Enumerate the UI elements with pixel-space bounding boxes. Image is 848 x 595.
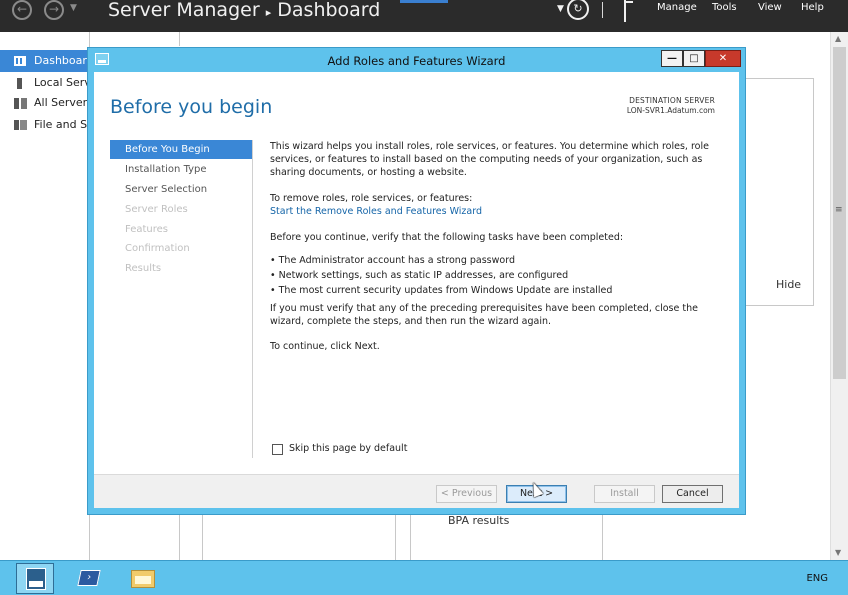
wizard-body: Before you begin DESTINATION SERVER LON-… [94, 72, 739, 474]
language-indicator[interactable]: ENG [806, 573, 828, 584]
cancel-button[interactable]: Cancel [662, 485, 723, 503]
background-divider [202, 514, 203, 560]
skip-page-label[interactable]: Skip this page by default [289, 443, 407, 454]
scroll-up-icon[interactable]: ▲ [835, 34, 841, 43]
welcome-tile [744, 78, 814, 306]
server-manager-header: ← → ▼ Server Manager ▸ Dashboard ▼ ↻ Man… [0, 0, 848, 32]
vertical-scrollbar[interactable]: ▲ ≡ ▼ [830, 32, 848, 560]
intro-text: This wizard helps you install roles, rol… [270, 141, 709, 178]
remove-text: To remove roles, role services, or featu… [270, 193, 473, 204]
taskbar: › ENG [0, 560, 848, 595]
powershell-icon: › [77, 570, 101, 586]
step-features: Features [125, 224, 168, 235]
steps-divider [252, 140, 253, 458]
wizard-title: Add Roles and Features Wizard [327, 54, 506, 68]
prereq-item: • The most current security updates from… [270, 285, 613, 296]
background-divider [179, 514, 180, 560]
menu-manage[interactable]: Manage [657, 2, 697, 13]
nav-item-file-storage[interactable]: File and Storage Services [0, 114, 90, 136]
server-manager-icon [26, 568, 46, 590]
history-dropdown-icon[interactable]: ▼ [70, 3, 77, 13]
minimize-button[interactable]: — [661, 50, 683, 67]
menu-view[interactable]: View [758, 2, 782, 13]
folder-icon [131, 570, 155, 588]
storage-icon [14, 120, 27, 130]
minimize-icon: — [667, 53, 677, 64]
background-divider [602, 514, 603, 560]
notification-strip [400, 0, 448, 3]
nav-item-label: File and Storage Services [34, 118, 90, 131]
menu-help[interactable]: Help [801, 2, 824, 13]
menu-tools[interactable]: Tools [712, 2, 737, 13]
close-button[interactable]: ✕ [705, 50, 741, 67]
destination-server-value: LON-SVR1.Adatum.com [626, 106, 715, 115]
verify-text: Before you continue, verify that the fol… [270, 232, 624, 243]
notifications-flag-icon[interactable] [622, 0, 634, 22]
forward-arrow-icon[interactable]: → [44, 0, 64, 20]
back-arrow-icon[interactable]: ← [12, 0, 32, 20]
step-server-selection[interactable]: Server Selection [110, 180, 252, 199]
destination-server-label: DESTINATION SERVER [629, 96, 715, 105]
header-divider [602, 2, 603, 18]
nav-item-label: Dashboard [34, 54, 90, 67]
taskbar-server-manager[interactable] [16, 563, 54, 594]
prereq-item: • The Administrator account has a strong… [270, 255, 515, 266]
taskbar-powershell[interactable]: › [70, 563, 108, 594]
refresh-dropdown-icon[interactable]: ▼ [557, 4, 564, 14]
breadcrumb-separator: ▸ [265, 6, 272, 19]
dashboard-icon [14, 56, 26, 66]
left-navigation-pane: Dashboard Local Server All Servers File … [0, 32, 90, 560]
server-icon [17, 78, 22, 89]
maximize-button[interactable]: □ [683, 50, 705, 67]
nav-item-dashboard[interactable]: Dashboard [0, 50, 90, 72]
bpa-results-label[interactable]: BPA results [448, 514, 509, 527]
maximize-icon: □ [689, 53, 699, 64]
wizard-titlebar[interactable]: Add Roles and Features Wizard — □ ✕ [88, 48, 745, 72]
step-confirmation: Confirmation [125, 243, 190, 254]
add-roles-wizard-window: Add Roles and Features Wizard — □ ✕ Befo… [87, 47, 746, 515]
step-results: Results [125, 263, 162, 274]
skip-page-checkbox[interactable] [272, 444, 283, 455]
breadcrumb: Server Manager ▸ Dashboard [108, 0, 380, 23]
remove-roles-link[interactable]: Start the Remove Roles and Features Wiza… [270, 205, 482, 218]
prereq-item: • Network settings, such as static IP ad… [270, 270, 569, 281]
wizard-footer: < Previous Next > Install Cancel [94, 474, 739, 508]
step-server-roles: Server Roles [125, 204, 188, 215]
hide-welcome-link[interactable]: Hide [776, 278, 801, 291]
breadcrumb-current: Dashboard [277, 0, 381, 21]
nav-item-label: All Servers [34, 96, 90, 109]
nav-item-all-servers[interactable]: All Servers [0, 92, 90, 114]
step-installation-type[interactable]: Installation Type [110, 160, 252, 179]
nav-item-label: Local Server [34, 76, 90, 89]
servers-icon [14, 98, 27, 109]
nav-item-local-server[interactable]: Local Server [0, 72, 90, 94]
background-divider [395, 514, 396, 560]
step-before-you-begin[interactable]: Before You Begin [110, 140, 252, 159]
continue-text: To continue, click Next. [270, 341, 380, 352]
previous-button[interactable]: < Previous [436, 485, 497, 503]
taskbar-file-explorer[interactable] [124, 563, 162, 594]
install-button[interactable]: Install [594, 485, 655, 503]
close-icon: ✕ [718, 53, 728, 64]
refresh-icon[interactable]: ↻ [567, 0, 589, 20]
prereq-instructions: If you must verify that any of the prece… [270, 303, 698, 327]
background-divider [179, 32, 180, 46]
background-divider [410, 514, 411, 560]
scroll-down-icon[interactable]: ▼ [835, 548, 841, 557]
app-title: Server Manager [108, 0, 260, 21]
page-title: Before you begin [110, 96, 273, 118]
scroll-grip-icon: ≡ [835, 205, 843, 215]
